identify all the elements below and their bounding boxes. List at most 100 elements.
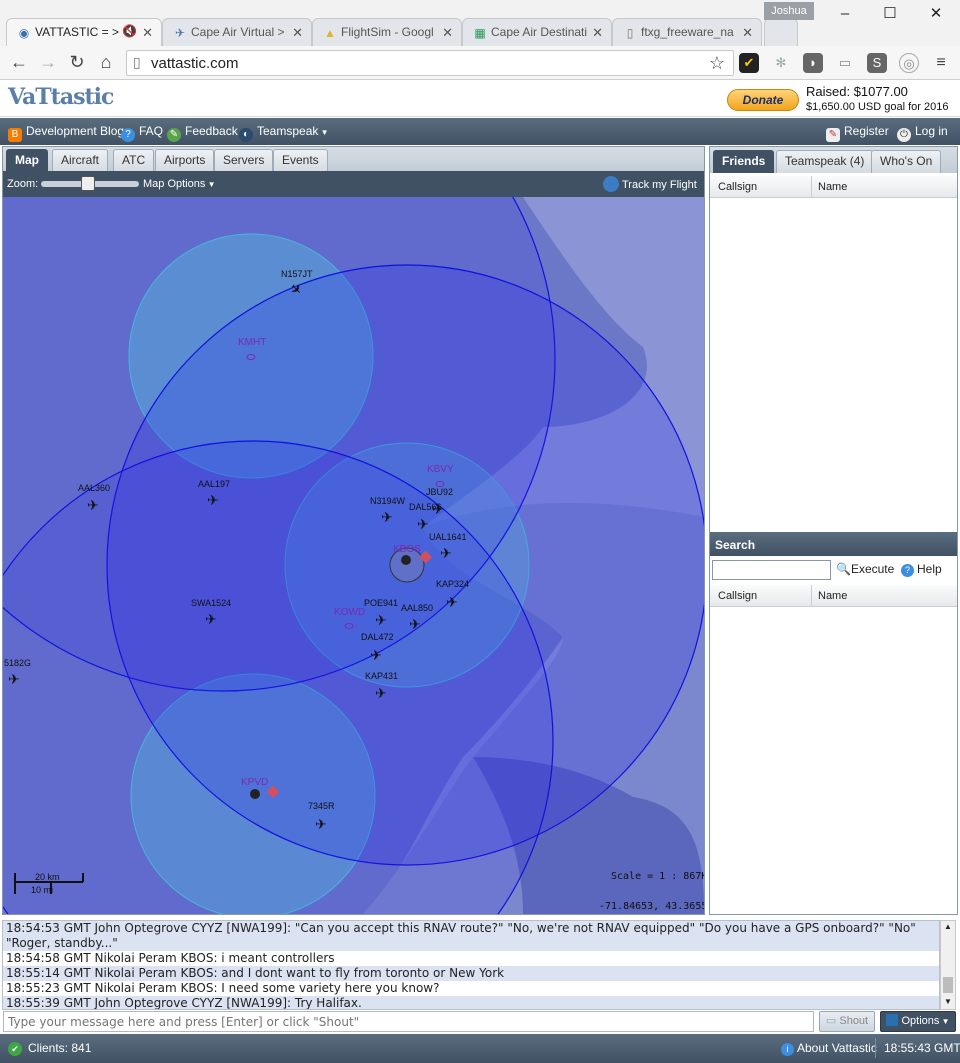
zoom-toolbar: Zoom: Map Options ▼ Track my Flight	[3, 171, 704, 197]
nav-feedback[interactable]: ✎ Feedback	[167, 124, 238, 142]
airport-label: KPVD	[241, 777, 268, 788]
tab-map[interactable]: Map	[6, 149, 48, 171]
map-canvas[interactable]: KMHT KBVY KBOS KOWD KPVD N157JT ✈ AAL360 ✈…	[3, 197, 704, 914]
info-icon: i	[781, 1043, 794, 1056]
tab-friends[interactable]: Friends	[713, 150, 775, 173]
mute-icon[interactable]: 🔇	[122, 24, 137, 38]
aircraft-label: AAL850	[401, 603, 433, 613]
maximize-icon[interactable]: ☐	[877, 4, 903, 24]
airport-kpvd[interactable]: KPVD	[241, 777, 268, 788]
extension-shield-icon[interactable]: ◗	[803, 53, 823, 73]
browser-tab-cape-air[interactable]: ✈ Cape Air Virtual > ✕	[162, 18, 312, 46]
airport-label: KBOS	[393, 544, 421, 555]
aircraft-label: POE941	[364, 598, 398, 608]
nav-development-blog[interactable]: B Development Blog	[8, 124, 124, 142]
help-button[interactable]: ? Help	[901, 562, 942, 577]
tab-aircraft[interactable]: Aircraft	[52, 149, 109, 171]
column-name[interactable]: Name	[818, 590, 847, 602]
raised-amount: Raised: $1077.00	[806, 84, 908, 99]
scroll-up-icon[interactable]: ▲	[944, 922, 952, 931]
google-drive-icon: ▲	[324, 26, 336, 40]
atc-map[interactable]: KMHT KBVY KBOS KOWD KPVD N157JT ✈ AAL360 ✈…	[3, 197, 704, 914]
close-tab-icon[interactable]: ✕	[142, 25, 153, 41]
chat-scrollbar[interactable]: ▲ ▼	[940, 920, 956, 1010]
extension-s-icon[interactable]: S	[867, 53, 887, 73]
zoom-slider-thumb[interactable]	[81, 176, 95, 191]
close-tab-icon[interactable]: ✕	[742, 25, 753, 41]
airplane-icon: ✈	[375, 685, 387, 701]
about-vattastic-link[interactable]: i About Vattastic	[781, 1041, 877, 1056]
close-window-icon[interactable]: ✕	[923, 4, 949, 24]
kpvd-tower-icon	[250, 789, 260, 799]
tab-servers[interactable]: Servers	[214, 149, 274, 171]
column-callsign[interactable]: Callsign	[718, 181, 757, 193]
back-icon[interactable]: ←	[8, 51, 30, 73]
status-bar: ✔ Clients: 841 i About Vattastic 18:55:43 …	[0, 1034, 960, 1063]
nav-login[interactable]: ⏻ Log in	[897, 124, 948, 142]
profile-badge[interactable]: Joshua	[764, 2, 814, 20]
chat-message: 18:54:58 GMT Nikolai Peram KBOS: i meant…	[6, 951, 335, 965]
gmt-clock: 18:55:43 GMT	[884, 1041, 960, 1055]
map-options-dropdown[interactable]: Map Options ▼	[143, 178, 216, 190]
map-panel: Map Aircraft ATC Airports Servers Events…	[2, 146, 705, 915]
browser-tab-ftxg[interactable]: ▯ ftxg_freeware_na ✕	[612, 18, 762, 46]
close-tab-icon[interactable]: ✕	[292, 25, 303, 41]
column-name[interactable]: Name	[818, 181, 847, 193]
zoom-slider[interactable]	[41, 176, 139, 191]
cursor-coordinates: -71.84653, 43.36555	[599, 901, 704, 912]
kbos-tower-icon	[401, 555, 411, 565]
status-divider	[875, 1038, 876, 1058]
scale-km-label: 20 km	[35, 872, 60, 882]
airplane-icon: ✈	[417, 516, 429, 532]
extension-check-icon[interactable]: ✔	[739, 53, 759, 73]
browser-tab-vattastic[interactable]: ◉ VATTASTIC = > 🔇 ✕	[6, 18, 162, 46]
minimize-icon[interactable]: –	[832, 4, 858, 24]
search-title: Search	[715, 538, 756, 552]
scroll-thumb[interactable]	[943, 977, 953, 993]
track-my-flight-button[interactable]: Track my Flight	[603, 176, 697, 192]
chat-message-input[interactable]	[3, 1011, 814, 1032]
airplane-icon: ✈	[315, 816, 327, 832]
new-tab-button[interactable]	[764, 18, 798, 46]
home-icon[interactable]: ⌂	[95, 51, 117, 73]
chat-log[interactable]: 18:54:53 GMT John Optegrove CYYZ [NWA199…	[2, 920, 940, 1010]
aircraft-label: 5182G	[4, 658, 31, 668]
aircraft-label: SWA1524	[191, 598, 231, 608]
execute-button[interactable]: 🔍Execute	[836, 562, 894, 576]
forward-icon[interactable]: →	[37, 51, 59, 73]
menu-icon[interactable]: ≡	[931, 53, 951, 73]
browser-tab-flightsim[interactable]: ▲ FlightSim - Googl ✕	[312, 18, 462, 46]
extension-monitor-icon[interactable]: ▭	[835, 53, 855, 73]
tab-whos-on[interactable]: Who's On	[871, 150, 942, 173]
airport-kbos[interactable]: KBOS	[393, 544, 421, 555]
tab-atc[interactable]: ATC	[113, 149, 155, 171]
callsign-search-input[interactable]	[712, 560, 831, 580]
close-tab-icon[interactable]: ✕	[442, 25, 453, 41]
scroll-down-icon[interactable]: ▼	[944, 997, 952, 1006]
aircraft-label: UAL1641	[429, 532, 467, 542]
tab-airports[interactable]: Airports	[155, 149, 215, 171]
clients-count: ✔ Clients: 841	[8, 1041, 91, 1056]
site-logo[interactable]: VaTtastic	[8, 84, 114, 110]
browser-tab-cape-air-destinations[interactable]: ▦ Cape Air Destinati ✕	[462, 18, 612, 46]
tab-events[interactable]: Events	[273, 149, 328, 171]
shout-button[interactable]: ▭ Shout	[819, 1011, 875, 1032]
close-tab-icon[interactable]: ✕	[592, 25, 603, 41]
tab-teamspeak[interactable]: Teamspeak (4)	[776, 150, 874, 173]
airplane-icon: ✈	[446, 594, 458, 610]
reload-icon[interactable]: ↻	[66, 51, 88, 73]
airplane-icon: ✈	[207, 492, 219, 508]
url-input[interactable]	[151, 54, 711, 72]
address-bar[interactable]: ▯	[126, 50, 734, 76]
nav-faq[interactable]: ? FAQ	[121, 124, 163, 142]
extension-snowflake-icon[interactable]: ✻	[771, 53, 791, 73]
nav-teamspeak[interactable]: ◐ Teamspeak ▼	[239, 124, 329, 142]
friends-list	[710, 199, 957, 529]
donate-button[interactable]: Donate	[727, 89, 799, 111]
nav-register[interactable]: ✎ Register	[826, 124, 889, 142]
bookmark-star-icon[interactable]: ☆	[706, 52, 728, 74]
extension-circle-icon[interactable]: ◎	[899, 53, 919, 73]
column-callsign[interactable]: Callsign	[718, 590, 757, 602]
friends-grid-header: Callsign Name	[710, 176, 957, 198]
chat-options-button[interactable]: Options ▼	[880, 1011, 956, 1032]
